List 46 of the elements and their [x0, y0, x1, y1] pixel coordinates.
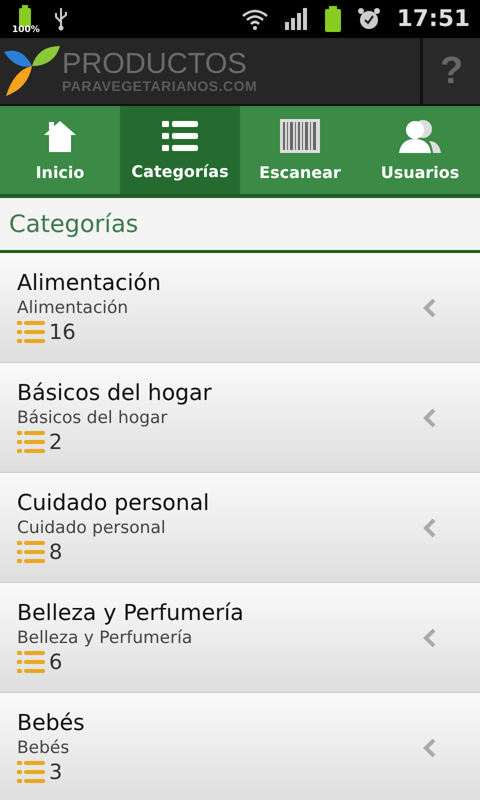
tab[interactable]: Categorías	[120, 106, 240, 194]
list-icon	[17, 760, 45, 784]
list-icon	[17, 320, 45, 344]
category-item[interactable]: Bebés Bebés 3	[0, 693, 480, 800]
clock-time: 17:51	[396, 6, 470, 32]
category-subtitle: Básicos del hogar	[17, 408, 168, 428]
category-item[interactable]: Cuidado personal Cuidado personal 8	[0, 473, 480, 583]
category-subtitle: Cuidado personal	[17, 518, 167, 538]
chevron-left-icon	[422, 518, 436, 538]
alarm-icon	[356, 7, 381, 31]
usb-icon	[54, 7, 68, 31]
item-count: 2	[49, 430, 62, 454]
category-item[interactable]: Básicos del hogar Básicos del hogar 2	[0, 363, 480, 473]
battery-icon	[324, 6, 341, 32]
home-icon	[42, 118, 78, 152]
category-name: Belleza y Perfumería	[17, 601, 244, 626]
list-icon	[162, 120, 198, 152]
item-count: 3	[49, 760, 62, 784]
chevron-left-icon	[422, 628, 436, 648]
signal-icon	[284, 8, 309, 30]
category-subtitle: Belleza y Perfumería	[17, 628, 194, 648]
item-count: 6	[49, 650, 62, 674]
list-icon	[17, 430, 45, 454]
category-name: Básicos del hogar	[17, 381, 212, 406]
list-icon	[17, 650, 45, 674]
battery-icon	[19, 5, 31, 27]
barcode-icon	[280, 118, 320, 152]
battery-percent: 100%	[12, 25, 40, 35]
chevron-left-icon	[422, 738, 436, 758]
category-item[interactable]: Alimentación Alimentación 16	[0, 253, 480, 363]
chevron-left-icon	[422, 408, 436, 428]
category-subtitle: Alimentación	[17, 298, 130, 318]
item-count: 16	[49, 320, 76, 344]
list-icon	[17, 540, 45, 564]
chevron-left-icon	[422, 298, 436, 318]
wifi-icon	[240, 8, 269, 30]
category-item[interactable]: Belleza y Perfumería Belleza y Perfumería 6	[0, 583, 480, 693]
category-subtitle: Bebés	[17, 738, 70, 758]
leaf-logo-icon	[2, 44, 60, 98]
users-icon	[399, 118, 441, 152]
logo-title: PRODUCTOS	[62, 50, 248, 78]
category-name: Cuidado personal	[17, 491, 210, 516]
item-count: 8	[49, 540, 62, 564]
category-name: Bebés	[17, 711, 85, 736]
category-name: Alimentación	[17, 271, 161, 296]
section-title: Categorías	[9, 210, 138, 238]
